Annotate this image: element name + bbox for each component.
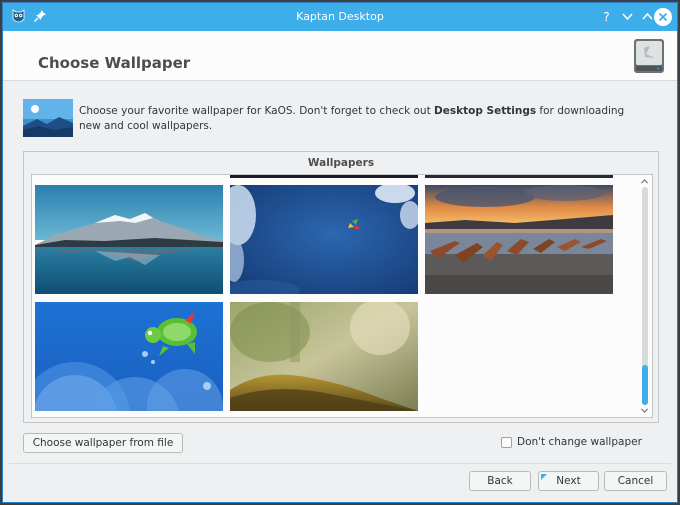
wallpaper-preview-icon (23, 99, 73, 137)
scroll-track[interactable] (642, 187, 648, 405)
wallpaper-gallery[interactable] (31, 174, 653, 418)
desktop-settings-link[interactable]: Desktop Settings (434, 105, 536, 117)
wallpaper-blue-sky-clouds[interactable] (230, 185, 418, 294)
dont-change-wallpaper-label[interactable]: Don't change wallpaper (517, 436, 642, 448)
close-icon[interactable] (654, 8, 672, 26)
wallpaper-kaos-turtle-blue[interactable] (35, 302, 223, 411)
gallery-scrollbar[interactable] (638, 175, 652, 417)
back-button[interactable]: Back (469, 471, 531, 491)
page-header: Choose Wallpaper (3, 31, 677, 81)
svg-text:?: ? (603, 10, 609, 24)
intro-text: Choose your favorite wallpaper for KaOS.… (79, 104, 649, 134)
intro-text-before: Choose your favorite wallpaper for KaOS.… (79, 105, 435, 117)
scroll-thumb[interactable] (642, 365, 648, 405)
previous-row-edge (425, 175, 613, 178)
footer-divider (9, 463, 671, 464)
page-title: Choose Wallpaper (38, 54, 191, 72)
window-title: Kaptan Desktop (296, 10, 384, 23)
wallpaper-blurred-moss-green[interactable] (230, 302, 418, 411)
cancel-button[interactable]: Cancel (604, 471, 667, 491)
wallpapers-group: Wallpapers (23, 151, 659, 423)
default-button-marker-icon (541, 474, 547, 480)
minimize-icon[interactable] (619, 8, 636, 25)
help-icon[interactable]: ? (598, 8, 615, 25)
previous-row-edge (230, 175, 418, 178)
kaptan-window: Kaptan Desktop ? Choose Wallpaper Choose… (2, 2, 678, 503)
choose-wallpaper-from-file-button[interactable]: Choose wallpaper from file (23, 433, 183, 453)
wallpaper-boats-sunset[interactable] (425, 185, 613, 294)
group-title: Wallpapers (307, 157, 375, 169)
scroll-up-icon[interactable] (640, 177, 649, 186)
dont-change-wallpaper-checkbox[interactable] (501, 437, 512, 448)
next-button-label: Next (556, 475, 581, 487)
scroll-down-icon[interactable] (640, 406, 649, 415)
title-bar[interactable]: Kaptan Desktop ? (3, 3, 677, 31)
next-button[interactable]: Next (538, 471, 599, 491)
drive-icon (634, 39, 664, 73)
wallpaper-mountain-lake[interactable] (35, 185, 223, 294)
